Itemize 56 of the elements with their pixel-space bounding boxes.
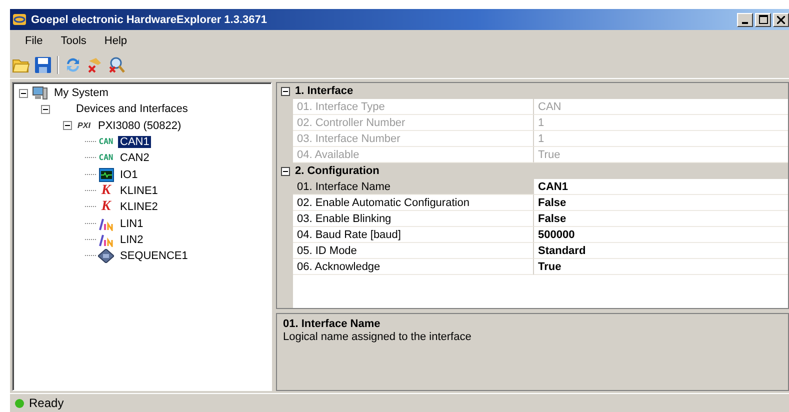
tree-item[interactable]: PXI3080 (50822): [96, 120, 184, 132]
category-title: 2. Configuration: [294, 165, 380, 177]
scope-icon: [98, 168, 114, 182]
property-value[interactable]: 500000: [534, 227, 788, 243]
property-name[interactable]: 05. ID Mode: [293, 243, 534, 259]
collapse-toggle[interactable]: [63, 121, 74, 130]
lin-icon: [97, 232, 115, 247]
property-name[interactable]: 04. Baud Rate [baud]: [293, 227, 534, 243]
computer-icon: [32, 86, 48, 100]
lin-icon: [97, 216, 115, 231]
tree-item[interactable]: KLINE1: [118, 184, 160, 197]
help-text: Logical name assigned to the interface: [283, 331, 472, 343]
can-logo: CAN: [98, 154, 114, 162]
chip-icon: [98, 249, 114, 264]
tree-item[interactable]: LIN2: [118, 234, 146, 246]
property-value[interactable]: Standard: [534, 243, 788, 259]
property-value[interactable]: False: [534, 195, 788, 211]
close-icon: [777, 16, 785, 24]
save-icon[interactable]: [34, 56, 52, 74]
property-value[interactable]: False: [534, 211, 788, 227]
property-name[interactable]: 03. Enable Blinking: [293, 211, 534, 227]
tree-item[interactable]: CAN1: [118, 136, 152, 148]
category-title: 1. Interface: [294, 85, 354, 97]
k-logo: K: [101, 184, 111, 198]
minimize-icon: [742, 22, 748, 24]
property-value[interactable]: True: [534, 259, 788, 275]
help-title: 01. Interface Name: [283, 318, 382, 330]
tree-item[interactable]: IO1: [118, 168, 140, 181]
close-button[interactable]: [773, 12, 789, 26]
menu-item[interactable]: File: [18, 33, 50, 49]
device-logo: PXI: [78, 122, 90, 130]
menu-item[interactable]: Help: [97, 33, 134, 49]
maximize-icon: [758, 15, 768, 24]
menu-item[interactable]: Tools: [54, 33, 94, 49]
property-name[interactable]: 06. Acknowledge: [293, 259, 534, 275]
property-name[interactable]: 02. Enable Automatic Configuration: [293, 195, 534, 211]
can-logo: CAN: [98, 138, 114, 146]
k-logo: K: [101, 200, 111, 214]
tree-item[interactable]: SEQUENCE1: [118, 250, 190, 262]
status-text: Ready: [29, 396, 64, 410]
tree-item[interactable]: My System: [52, 87, 110, 100]
tree-item[interactable]: LIN1: [118, 218, 146, 230]
property-value[interactable]: CAN1: [534, 179, 788, 195]
wrench-remove-icon[interactable]: [86, 56, 104, 74]
tree-item[interactable]: Devices and Interfaces: [74, 103, 190, 116]
search-remove-icon[interactable]: [108, 56, 126, 74]
collapse-toggle[interactable]: [19, 88, 30, 98]
app-icon: [12, 12, 27, 27]
collapse-toggle[interactable]: [41, 104, 52, 114]
refresh-icon[interactable]: [64, 56, 82, 74]
minimize-button[interactable]: [737, 12, 753, 26]
window-title: Goepel electronic HardwareExplorer 1.3.3671: [31, 14, 268, 26]
tree-item[interactable]: KLINE2: [118, 201, 160, 214]
property-name[interactable]: 01. Interface Name: [293, 179, 534, 195]
maximize-button[interactable]: [755, 12, 771, 26]
tree-item[interactable]: CAN2: [118, 152, 152, 164]
